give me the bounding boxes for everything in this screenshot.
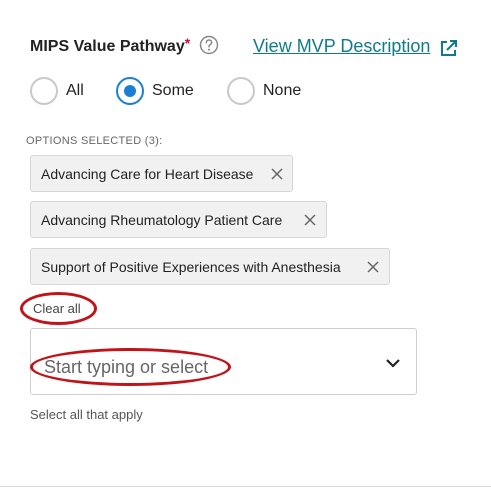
radio-none[interactable]: None — [227, 77, 307, 105]
radio-circle-all[interactable] — [30, 77, 58, 105]
select-placeholder: Start typing or select — [44, 357, 209, 377]
view-mvp-description-link[interactable]: View MVP Description — [253, 36, 430, 57]
options-selected-header: OPTIONS SELECTED (3): — [26, 135, 163, 147]
field-label-text: MIPS Value Pathway — [30, 38, 185, 55]
helper-text: Select all that apply — [30, 407, 143, 422]
field-label: MIPS Value Pathway* — [30, 35, 191, 56]
required-asterisk: * — [184, 35, 191, 51]
radio-label-none: None — [263, 82, 302, 99]
selected-chip: Support of Positive Experiences with Ane… — [30, 248, 390, 285]
radio-circle-none[interactable] — [227, 77, 255, 105]
mvp-select-input[interactable]: Start typing or select — [30, 328, 417, 395]
radio-some[interactable]: Some — [116, 77, 206, 105]
selected-chip: Advancing Rheumatology Patient Care — [30, 201, 327, 238]
external-link-icon[interactable] — [439, 39, 458, 58]
chevron-down-icon[interactable] — [385, 357, 401, 369]
radio-all[interactable]: All — [30, 77, 90, 105]
chip-label: Support of Positive Experiences with Ane… — [41, 259, 341, 275]
radio-circle-some[interactable] — [116, 77, 144, 105]
radio-label-some: Some — [152, 82, 194, 99]
selected-chip: Advancing Care for Heart Disease — [30, 155, 293, 192]
divider — [0, 486, 491, 487]
remove-chip-icon[interactable] — [366, 260, 380, 274]
remove-chip-icon[interactable] — [270, 167, 284, 181]
chip-label: Advancing Care for Heart Disease — [41, 166, 254, 182]
chip-label: Advancing Rheumatology Patient Care — [41, 212, 283, 228]
clear-all-button[interactable]: Clear all — [33, 301, 81, 316]
remove-chip-icon[interactable] — [303, 213, 317, 227]
radio-label-all: All — [66, 82, 84, 99]
question-circle-icon[interactable] — [199, 35, 219, 55]
